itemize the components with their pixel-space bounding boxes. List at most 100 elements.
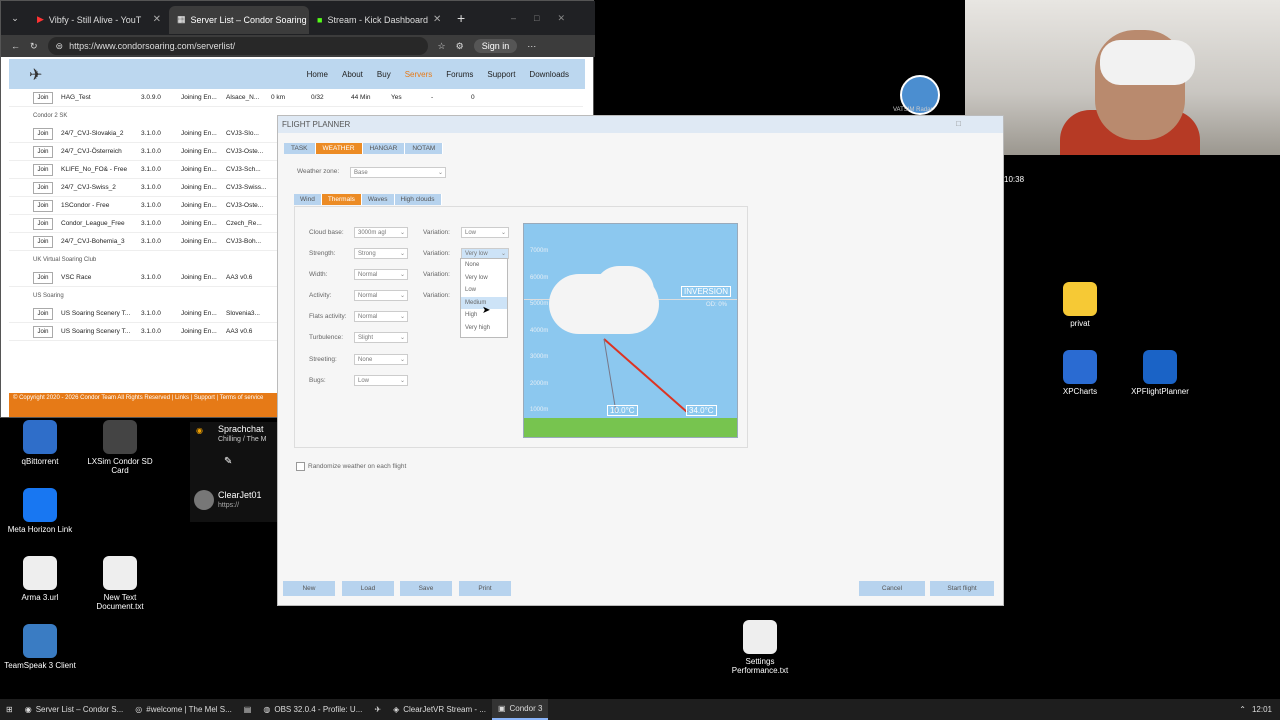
tab-task[interactable]: TASK (284, 143, 316, 154)
tab-youtube[interactable]: ▶ Vibfy - Still Alive - YouT ✕ (29, 6, 169, 34)
extensions-icon[interactable]: ⚙ (456, 41, 464, 52)
join-button[interactable]: Join (33, 91, 53, 104)
menu-icon[interactable]: ⋯ (527, 41, 536, 52)
load-button[interactable]: Load (342, 581, 394, 596)
nav-support[interactable]: Support (487, 70, 515, 79)
desktop-icon[interactable]: XPFlightPlanner (1120, 350, 1200, 396)
save-button[interactable]: Save (400, 581, 452, 596)
join-button[interactable]: Join (33, 145, 53, 158)
field-select[interactable]: Strong ⌄ (354, 248, 408, 259)
print-button[interactable]: Print (459, 581, 511, 596)
url-field[interactable]: ⊜ https://www.condorsoaring.com/serverlis… (47, 37, 428, 55)
window-controls-icon[interactable]: –□✕ (511, 13, 583, 24)
nav-buy[interactable]: Buy (377, 70, 391, 79)
desktop-icon[interactable]: Meta Horizon Link (0, 488, 80, 534)
clearjet-taskbar-item[interactable]: ◈ ClearJetVR Stream - ... (387, 699, 492, 720)
server-version: 3.1.0.0 (141, 220, 161, 227)
obs-taskbar-item[interactable]: ◍ OBS 32.0.4 - Profile: U... (257, 699, 368, 720)
field-select[interactable]: 3000m agl ⌄ (354, 227, 408, 238)
server-name: HAG_Test (61, 94, 91, 101)
dropdown-option[interactable]: Very low (461, 272, 507, 285)
join-button[interactable]: Join (33, 307, 53, 320)
reload-icon[interactable]: ↻ (30, 41, 38, 52)
desktop-icon[interactable]: XPCharts (1040, 350, 1120, 396)
nav-downloads[interactable]: Downloads (529, 70, 569, 79)
new-button[interactable]: New (283, 581, 335, 596)
favorite-icon[interactable]: ☆ (438, 41, 446, 52)
server-location: CVJ3-Slo... (226, 130, 259, 137)
plane-icon[interactable]: ✈ (368, 699, 387, 720)
back-icon[interactable]: ← (11, 41, 20, 51)
browser-taskbar-item[interactable]: ◉ Server List – Condor S... (19, 699, 130, 720)
browser-tabbar: ⌄ ▶ Vibfy - Still Alive - YouT ✕ ▦ Server L… (1, 1, 595, 35)
join-button[interactable]: Join (33, 181, 53, 194)
subtab-waves[interactable]: Waves (361, 194, 395, 205)
desktop-icon[interactable]: Settings Performance.txt (720, 620, 800, 675)
variation-select[interactable]: Low ⌄ (461, 227, 509, 238)
dropdown-option[interactable]: Low (461, 284, 507, 297)
server-row: Join HAG_Test 3.0.9.0 Joining En... Alsace_N… (9, 89, 583, 107)
server-version: 3.1.0.0 (141, 148, 161, 155)
tab-kick[interactable]: ■ Stream - Kick Dashboard ✕ (309, 6, 449, 34)
field-select[interactable]: Low ⌄ (354, 375, 408, 386)
join-button[interactable]: Join (33, 163, 53, 176)
site-footer: © Copyright 2020 - 2026 Condor Team All … (9, 393, 279, 417)
dropdown-option[interactable]: Very high (461, 322, 507, 335)
start-flight-button[interactable]: Start flight (930, 581, 994, 596)
server-version: 3.1.0.0 (141, 328, 161, 335)
randomize-checkbox[interactable] (296, 462, 305, 471)
field-select[interactable]: Normal ⌄ (354, 269, 408, 280)
join-button[interactable]: Join (33, 235, 53, 248)
desktop-icon[interactable]: TeamSpeak 3 Client (0, 624, 80, 670)
field-value: Strong (358, 250, 376, 257)
tab-hangar[interactable]: HANGAR (362, 143, 406, 154)
tab-list-icon[interactable]: ⌄ (1, 13, 29, 24)
desktop-icon[interactable]: Arma 3.url (0, 556, 80, 602)
nav-about[interactable]: About (342, 70, 363, 79)
desktop-icon[interactable]: qBittorrent (0, 420, 80, 466)
close-icon[interactable]: ✕ (153, 14, 161, 25)
server-name: 1SCondor - Free (61, 202, 110, 209)
field-value: Normal (358, 313, 378, 320)
minimize-icon[interactable]: □ (956, 119, 961, 128)
tray-chevron-icon[interactable]: ⌃ (1239, 705, 1246, 714)
cancel-button[interactable]: Cancel (859, 581, 925, 596)
folder-icon[interactable]: ▤ (238, 699, 258, 720)
tab-notam[interactable]: NOTAM (405, 143, 444, 154)
join-button[interactable]: Join (33, 271, 53, 284)
user-status: https:// (218, 502, 240, 509)
field-select[interactable]: None ⌄ (354, 354, 408, 365)
discord-icon: ◎ (135, 705, 143, 714)
discord-taskbar-item[interactable]: ◎ #welcome | The Mel S... (129, 699, 238, 720)
nav-forums[interactable]: Forums (446, 70, 473, 79)
weather-zone-value: Base (354, 169, 368, 176)
taskbar-clock[interactable]: 12:01 (1252, 705, 1272, 714)
nav-home[interactable]: Home (307, 70, 328, 79)
tab-weather[interactable]: WEATHER (315, 143, 363, 154)
subtab-high-clouds[interactable]: High clouds (394, 194, 442, 205)
field-select[interactable]: Normal ⌄ (354, 290, 408, 301)
join-button[interactable]: Join (33, 325, 53, 338)
weather-zone-select[interactable]: Base ⌄ (350, 167, 446, 178)
desktop-icon[interactable]: privat (1040, 282, 1120, 328)
field-select[interactable]: Slight ⌄ (354, 332, 408, 343)
join-button[interactable]: Join (33, 217, 53, 230)
desktop-icon[interactable]: New Text Document.txt (80, 556, 160, 611)
dropdown-option[interactable]: None (461, 259, 507, 272)
subtab-thermals[interactable]: Thermals (321, 194, 362, 205)
new-tab-icon[interactable]: + (457, 10, 465, 26)
condor-taskbar-item[interactable]: ▣ Condor 3 (491, 699, 549, 720)
tab-server-list[interactable]: ▦Server List – Condor Soaring✕ (169, 5, 309, 34)
field-select[interactable]: Normal ⌄ (354, 311, 408, 322)
start-icon[interactable]: ⊞ (0, 699, 19, 720)
sign-in-button[interactable]: Sign in (473, 39, 518, 53)
obs-icon: ◍ (263, 705, 271, 714)
join-button[interactable]: Join (33, 199, 53, 212)
join-button[interactable]: Join (33, 127, 53, 140)
nav-servers[interactable]: Servers (405, 70, 433, 79)
close-icon[interactable]: ✕ (433, 14, 441, 25)
server-flag: Yes (391, 94, 402, 101)
desktop-icon[interactable]: LXSim Condor SD Card (80, 420, 160, 475)
variation-dropdown-list[interactable]: None Very low Low Medium High Very high (460, 258, 508, 338)
subtab-wind[interactable]: Wind (294, 194, 322, 205)
